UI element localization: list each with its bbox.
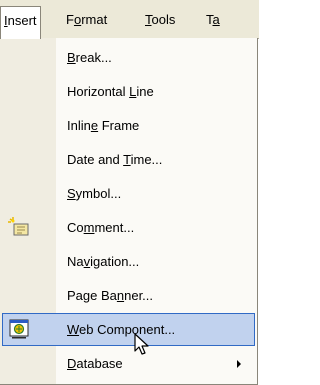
web-component-icon bbox=[9, 319, 29, 339]
menu-insert[interactable]: Insert bbox=[0, 6, 41, 39]
menu-item-symbol[interactable]: Symbol... bbox=[2, 177, 255, 210]
menu-item-page-banner[interactable]: Page Banner... bbox=[2, 279, 255, 312]
menu-item-label: Navigation... bbox=[67, 254, 140, 269]
menu-item-label: Page Banner... bbox=[67, 288, 154, 303]
menu-tools[interactable]: Tools bbox=[142, 6, 178, 34]
menu-item-label: Inline Frame bbox=[67, 118, 140, 133]
accel-key: a bbox=[212, 12, 220, 27]
menu-format[interactable]: Format bbox=[63, 6, 110, 34]
menu-item-label: Date and Time... bbox=[67, 152, 163, 167]
menu-item-comment[interactable]: Comment... bbox=[2, 211, 255, 244]
menu-item-inline-frame[interactable]: Inline Frame bbox=[2, 109, 255, 142]
menu-item-label: Horizontal Line bbox=[67, 84, 154, 99]
menu-bar: Insert Format Tools Ta bbox=[0, 0, 259, 39]
menu-table[interactable]: Ta bbox=[203, 6, 223, 34]
comment-icon bbox=[8, 217, 29, 236]
menu-item-database[interactable]: Database bbox=[2, 347, 255, 380]
menu-item-label: Break... bbox=[67, 50, 112, 65]
menu-item-label: Database bbox=[67, 356, 123, 371]
menu-item-horizontal-line[interactable]: Horizontal Line bbox=[2, 75, 255, 108]
menu-item-date-and-time[interactable]: Date and Time... bbox=[2, 143, 255, 176]
menu-item-label: Web Component... bbox=[67, 322, 176, 337]
mouse-pointer-icon bbox=[134, 333, 149, 355]
menu-item-label: Comment... bbox=[67, 220, 135, 235]
submenu-arrow-icon bbox=[237, 360, 241, 368]
menu-item-web-component[interactable]: Web Component... bbox=[2, 313, 255, 346]
menu-item-navigation[interactable]: Navigation... bbox=[2, 245, 255, 278]
menu-item-break[interactable]: Break... bbox=[2, 41, 255, 74]
insert-dropdown-menu: Break... Horizontal Line Inline Frame Da… bbox=[0, 38, 258, 385]
menu-item-label: Symbol... bbox=[67, 186, 122, 201]
